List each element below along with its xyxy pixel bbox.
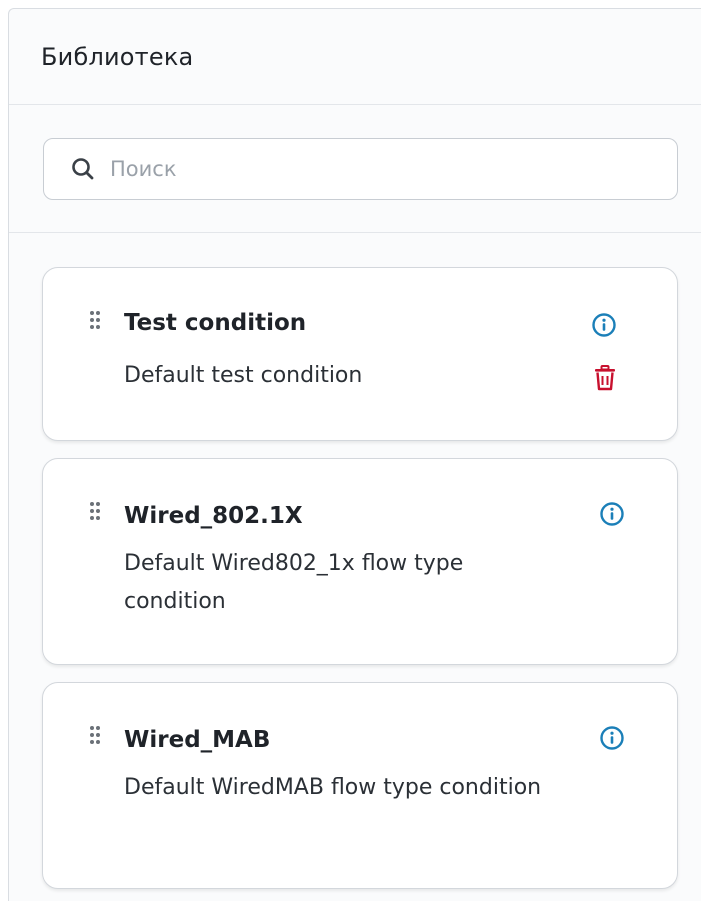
search-icon: [72, 158, 94, 180]
condition-card[interactable]: Wired_MAB Default WiredMAB flow type con…: [42, 682, 678, 889]
search-box[interactable]: [43, 138, 678, 200]
search-input[interactable]: [108, 156, 652, 182]
library-panel: Библиотека Test condition Default test c…: [8, 8, 701, 901]
panel-title: Библиотека: [41, 42, 194, 71]
condition-card[interactable]: Wired_802.1X Default Wired802_1x flow ty…: [42, 458, 678, 665]
drag-handle-icon[interactable]: [89, 501, 101, 521]
trash-icon[interactable]: [593, 365, 617, 391]
condition-list: Test condition Default test condition Wi…: [42, 267, 678, 901]
condition-description: Default Wired802_1x flow type condition: [124, 551, 464, 614]
condition-description: Default test condition: [124, 363, 363, 388]
panel-header: Библиотека: [9, 9, 701, 105]
drag-handle-icon[interactable]: [89, 725, 101, 745]
info-icon[interactable]: [599, 725, 625, 751]
info-icon[interactable]: [599, 501, 625, 527]
drag-handle-icon[interactable]: [89, 310, 101, 330]
info-icon[interactable]: [591, 312, 617, 338]
condition-card[interactable]: Test condition Default test condition: [42, 267, 678, 441]
condition-title: Wired_802.1X: [124, 503, 303, 529]
condition-description: Default WiredMAB flow type condition: [124, 775, 542, 800]
search-section: [9, 105, 701, 233]
condition-title: Wired_MAB: [124, 727, 271, 753]
condition-title: Test condition: [124, 310, 307, 336]
